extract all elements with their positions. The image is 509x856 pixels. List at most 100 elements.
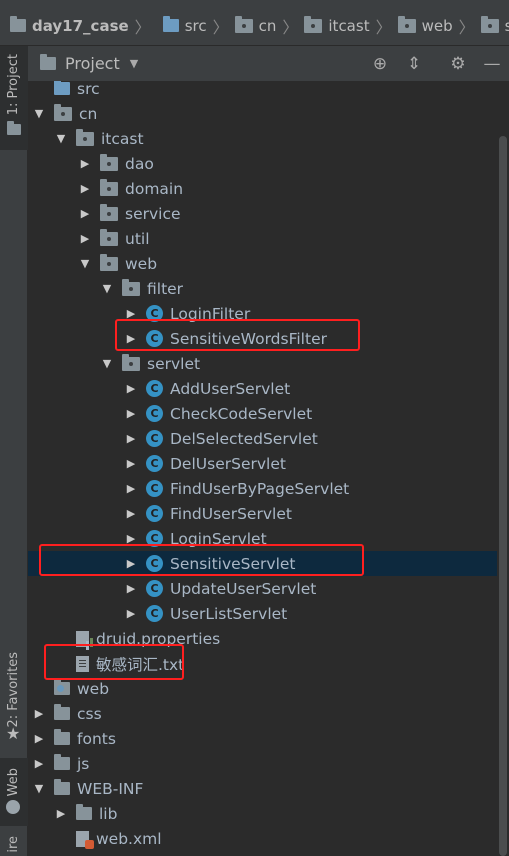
class-icon-glyph: C — [146, 505, 163, 522]
class-icon-glyph: C — [146, 605, 163, 622]
tree-row[interactable]: ▶ C FindUserByPageServlet — [28, 476, 497, 501]
expand-arrow-right-icon[interactable]: ▶ — [124, 382, 138, 395]
package-icon-glyph — [100, 228, 118, 246]
scrollbar-thumb[interactable] — [499, 136, 507, 856]
expand-arrow-right-icon[interactable]: ▶ — [124, 482, 138, 495]
tree-row[interactable]: ▶ C DelUserServlet — [28, 451, 497, 476]
breadcrumb-item-project[interactable]: day17_case 〉 — [0, 14, 151, 38]
expand-arrow-right-icon[interactable]: ▶ — [78, 207, 92, 220]
expand-arrow-down-icon[interactable]: ▼ — [54, 132, 68, 145]
tree-row[interactable]: ▶ js — [28, 751, 497, 776]
tree-row[interactable]: ▼ servlet — [28, 351, 497, 376]
package-icon-glyph — [54, 103, 72, 121]
tree-item-label: js — [77, 754, 90, 773]
tree-row[interactable]: ▼ web — [28, 251, 497, 276]
minimize-icon[interactable]: — — [475, 46, 509, 81]
project-tool-tab[interactable]: 1: Project — [0, 46, 28, 150]
target-icon[interactable]: ⊕ — [363, 46, 397, 81]
folder-icon-glyph — [54, 729, 70, 745]
package-icon — [304, 15, 323, 33]
tree-row[interactable]: ▶ dao — [28, 151, 497, 176]
package-icon — [100, 228, 118, 246]
package-icon-glyph — [100, 253, 118, 271]
expand-arrow-down-icon[interactable]: ▼ — [78, 257, 92, 270]
expand-arrow-right-icon[interactable]: ▶ — [124, 432, 138, 445]
tree-row[interactable]: ▼ filter — [28, 276, 497, 301]
breadcrumb-label: web — [421, 16, 453, 35]
view-selector[interactable]: Project ▼ — [40, 54, 138, 73]
tree-row[interactable]: ▼ itcast — [28, 126, 497, 151]
chevron-right-icon: 〉 — [375, 17, 392, 37]
folder-icon — [54, 729, 70, 745]
expand-arrow-right-icon[interactable]: ▶ — [32, 732, 46, 745]
tree-row[interactable]: ▶ C DelSelectedServlet — [28, 426, 497, 451]
breadcrumb: day17_case 〉 src 〉 cn 〉 itcast 〉 web 〉 s… — [0, 6, 509, 46]
tree-row[interactable]: ▼ cn — [28, 101, 497, 126]
tree-item-label: FindUserByPageServlet — [170, 479, 350, 498]
breadcrumb-item-cn[interactable]: cn 〉 — [234, 14, 298, 38]
breadcrumb-label: src — [184, 16, 207, 35]
web-folder-icon-glyph — [54, 679, 70, 695]
tree-item-label: service — [125, 204, 181, 223]
expand-arrow-right-icon[interactable]: ▶ — [124, 407, 138, 420]
favorites-tool-tab[interactable]: 2: Favorites ★ — [0, 646, 28, 756]
breadcrumb-label: itcast — [328, 16, 370, 35]
structure-tool-tab[interactable]: ire — [0, 836, 28, 856]
tree-row[interactable]: src — [28, 81, 497, 101]
breadcrumb-item-itcast[interactable]: itcast 〉 — [304, 14, 392, 38]
tree-row[interactable]: ▶ domain — [28, 176, 497, 201]
project-folder-icon — [7, 121, 21, 135]
project-panel-header: Project ▼ ⊕ ⇕ ⚙ — — [28, 46, 509, 81]
tree-row[interactable]: ▶ C UpdateUserServlet — [28, 576, 497, 601]
gear-icon[interactable]: ⚙ — [441, 46, 475, 81]
panel-toolbar: ⊕ ⇕ ⚙ — — [363, 46, 509, 81]
tree-row[interactable]: ▶ service — [28, 201, 497, 226]
breadcrumb-item-web[interactable]: web 〉 — [397, 14, 475, 38]
expand-arrow-right-icon[interactable]: ▶ — [124, 507, 138, 520]
expand-arrow-right-icon[interactable]: ▶ — [32, 757, 46, 770]
expand-arrow-down-icon[interactable]: ▼ — [32, 782, 46, 795]
expand-arrow-down-icon[interactable]: ▼ — [32, 107, 46, 120]
tree-row[interactable]: ▶ util — [28, 226, 497, 251]
expand-arrow-right-icon[interactable]: ▶ — [54, 807, 68, 820]
class-icon-glyph: C — [146, 405, 163, 422]
expand-arrow-right-icon[interactable]: ▶ — [124, 607, 138, 620]
expand-arrow-right-icon[interactable]: ▶ — [124, 582, 138, 595]
tree-row[interactable]: ▶ C FindUserServlet — [28, 501, 497, 526]
tree-row[interactable]: ▶ fonts — [28, 726, 497, 751]
folder-icon — [54, 704, 70, 720]
breadcrumb-item-src[interactable]: src 〉 — [157, 14, 229, 38]
tree-item-label: FindUserServlet — [170, 504, 292, 523]
xml-file-icon — [76, 830, 94, 849]
tree-item-label: dao — [125, 154, 154, 173]
expand-arrow-down-icon[interactable]: ▼ — [100, 282, 114, 295]
folder-icon-glyph — [54, 779, 70, 795]
breadcrumb-item-servlet[interactable]: servlet 〉 — [480, 14, 509, 38]
expand-arrow-down-icon[interactable]: ▼ — [100, 357, 114, 370]
tree-row[interactable]: ▶ lib — [28, 801, 497, 826]
class-icon: C — [146, 430, 163, 447]
tree-scrollbar[interactable] — [497, 81, 509, 856]
class-icon-glyph: C — [146, 380, 163, 397]
expand-arrow-right-icon[interactable]: ▶ — [78, 232, 92, 245]
web-tool-tab[interactable]: Web — [0, 758, 28, 826]
class-icon-glyph: C — [146, 480, 163, 497]
expand-arrow-right-icon[interactable]: ▶ — [32, 707, 46, 720]
expand-arrow-right-icon[interactable]: ▶ — [78, 182, 92, 195]
folder-icon-glyph — [54, 704, 70, 720]
collapse-icon[interactable]: ⇕ — [397, 46, 431, 81]
tree-row[interactable]: ▼ WEB-INF — [28, 776, 497, 801]
expand-arrow-right-icon[interactable]: ▶ — [124, 457, 138, 470]
class-icon: C — [146, 480, 163, 497]
tree-item-label: web — [77, 679, 110, 698]
folder-icon — [54, 754, 70, 770]
tree-row[interactable]: ▶ C UserListServlet — [28, 601, 497, 626]
tree-row[interactable]: ▶ C CheckCodeServlet — [28, 401, 497, 426]
tree-row[interactable]: ▶ css — [28, 701, 497, 726]
expand-arrow-right-icon[interactable]: ▶ — [78, 157, 92, 170]
highlight-box — [44, 644, 184, 680]
left-tool-strip: 1: Project 2: Favorites ★ Web ire — [0, 46, 28, 856]
tree-row[interactable]: ▶ C AddUserServlet — [28, 376, 497, 401]
tree-row[interactable]: web.xml — [28, 826, 497, 851]
highlight-box — [39, 544, 364, 576]
